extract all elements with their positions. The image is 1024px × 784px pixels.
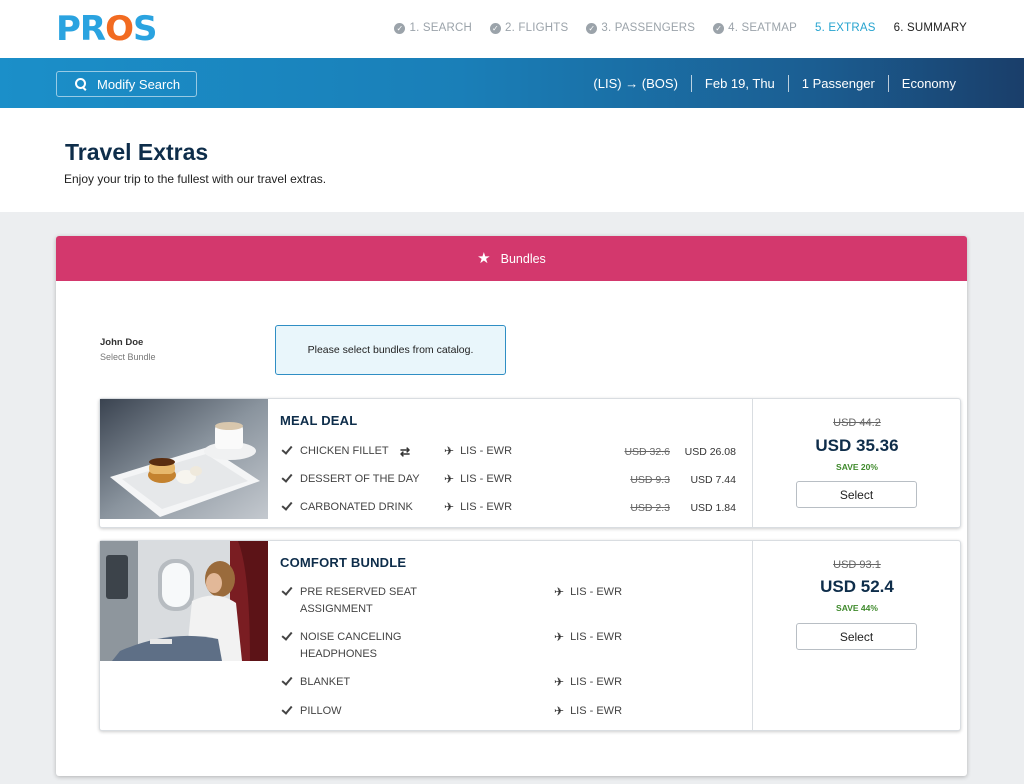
plane-icon: ✈ xyxy=(444,472,455,486)
search-summary-bar: Modify Search (LIS) → (BOS) Feb 19, Thu … xyxy=(0,58,1024,108)
pros-logo[interactable]: PROS xyxy=(56,12,157,46)
item-old-price: USD 32.6 xyxy=(624,446,670,458)
meal-deal-details: MEAL DEAL CHICKEN FILLET ⇄ ✈ LIS - EWR US… xyxy=(268,399,753,527)
bundle-price: USD 35.36 xyxy=(815,436,899,455)
check-icon xyxy=(282,472,292,482)
bundles-header[interactable]: ★ Bundles xyxy=(56,236,967,281)
bundle-savings: SAVE 20% xyxy=(836,462,878,472)
comfort-bundle-image xyxy=(100,541,268,661)
meal-deal-image xyxy=(100,399,268,519)
plane-icon: ✈ xyxy=(554,585,565,599)
bundle-old-price: USD 93.1 xyxy=(833,559,881,571)
item-old-price: USD 9.3 xyxy=(630,474,670,486)
item-route: ✈ LIS - EWR xyxy=(444,444,513,458)
item-price: USD 7.44 xyxy=(690,474,736,486)
bundle-card-meal-deal: MEAL DEAL CHICKEN FILLET ⇄ ✈ LIS - EWR US… xyxy=(99,398,961,528)
trip-summary: (LIS) → (BOS) Feb 19, Thu 1 Passenger Ec… xyxy=(580,75,956,92)
check-icon xyxy=(282,500,292,510)
star-icon: ★ xyxy=(477,250,491,267)
check-circle-icon: ✓ xyxy=(490,22,501,34)
comfort-bundle-price-box: USD 93.1 USD 52.4 SAVE 44% Select xyxy=(753,541,961,730)
swap-icon[interactable]: ⇄ xyxy=(400,444,410,461)
step-summary[interactable]: 6. SUMMARY xyxy=(894,22,967,34)
item-route: ✈ LIS - EWR xyxy=(554,585,623,599)
progress-steps: ✓ 1. SEARCH ✓ 2. FLIGHTS ✓ 3. PASSENGERS ✓ 4… xyxy=(394,22,967,34)
item-old-price: USD 2.3 xyxy=(630,502,670,514)
bundle-title: COMFORT BUNDLE xyxy=(280,555,407,570)
trip-cabin: Economy xyxy=(887,75,956,92)
passenger-hint: Select Bundle xyxy=(100,352,156,362)
page-title: Travel Extras xyxy=(65,139,209,165)
meal-deal-price-box: USD 44.2 USD 35.36 SAVE 20% Select xyxy=(753,399,961,527)
trip-date: Feb 19, Thu xyxy=(690,75,788,92)
trip-passengers: 1 Passenger xyxy=(787,75,888,92)
check-circle-icon: ✓ xyxy=(586,22,598,34)
step-flights[interactable]: ✓ 2. FLIGHTS xyxy=(490,22,568,34)
trip-route: (LIS) → (BOS) xyxy=(593,76,678,91)
search-icon xyxy=(75,78,87,90)
select-comfort-bundle-button[interactable]: Select xyxy=(796,623,917,650)
item-price: USD 26.08 xyxy=(684,446,736,458)
select-bundle-notice: Please select bundles from catalog. xyxy=(275,325,506,375)
bundle-savings: SAVE 44% xyxy=(836,603,878,613)
plane-icon: ✈ xyxy=(444,444,455,458)
modify-search-button[interactable]: Modify Search xyxy=(56,71,197,97)
item-route: ✈ LIS - EWR xyxy=(554,704,623,718)
item-route: ✈ LIS - EWR xyxy=(554,630,623,644)
plane-icon: ✈ xyxy=(554,704,565,718)
plane-icon: ✈ xyxy=(444,500,455,514)
check-icon xyxy=(282,675,292,685)
check-icon xyxy=(282,585,292,595)
bundle-price: USD 52.4 xyxy=(820,577,894,596)
page-subtitle: Enjoy your trip to the fullest with our … xyxy=(64,172,327,186)
step-seatmap[interactable]: ✓ 4. SEATMAP xyxy=(713,22,797,34)
step-extras[interactable]: 5. EXTRAS xyxy=(815,22,876,34)
check-icon xyxy=(282,444,292,454)
bundles-panel: ★ Bundles John Doe Select Bundle Please … xyxy=(56,236,967,776)
item-route: ✈ LIS - EWR xyxy=(444,472,513,486)
select-meal-deal-button[interactable]: Select xyxy=(796,481,917,508)
bundle-card-comfort: COMFORT BUNDLE PRE RESERVED SEAT ASSIGNM… xyxy=(99,540,961,731)
item-route: ✈ LIS - EWR xyxy=(554,675,623,689)
plane-icon: ✈ xyxy=(554,675,565,689)
step-passengers[interactable]: ✓ 3. PASSENGERS xyxy=(586,22,695,34)
plane-icon: ✈ xyxy=(554,630,565,644)
check-circle-icon: ✓ xyxy=(394,22,406,34)
check-circle-icon: ✓ xyxy=(713,22,725,34)
page-heading: Travel Extras Enjoy your trip to the ful… xyxy=(0,108,1024,212)
passenger-name: John Doe xyxy=(100,337,144,348)
bundle-old-price: USD 44.2 xyxy=(833,417,881,429)
top-bar: PROS ✓ 1. SEARCH ✓ 2. FLIGHTS ✓ 3. PASSENGE… xyxy=(0,0,1024,58)
bundle-title: MEAL DEAL xyxy=(280,413,358,428)
check-icon xyxy=(282,630,292,640)
item-price: USD 1.84 xyxy=(690,502,736,514)
item-route: ✈ LIS - EWR xyxy=(444,500,513,514)
step-search[interactable]: ✓ 1. SEARCH xyxy=(394,22,472,34)
comfort-bundle-details: COMFORT BUNDLE PRE RESERVED SEAT ASSIGNM… xyxy=(268,541,753,730)
check-icon xyxy=(282,704,292,714)
